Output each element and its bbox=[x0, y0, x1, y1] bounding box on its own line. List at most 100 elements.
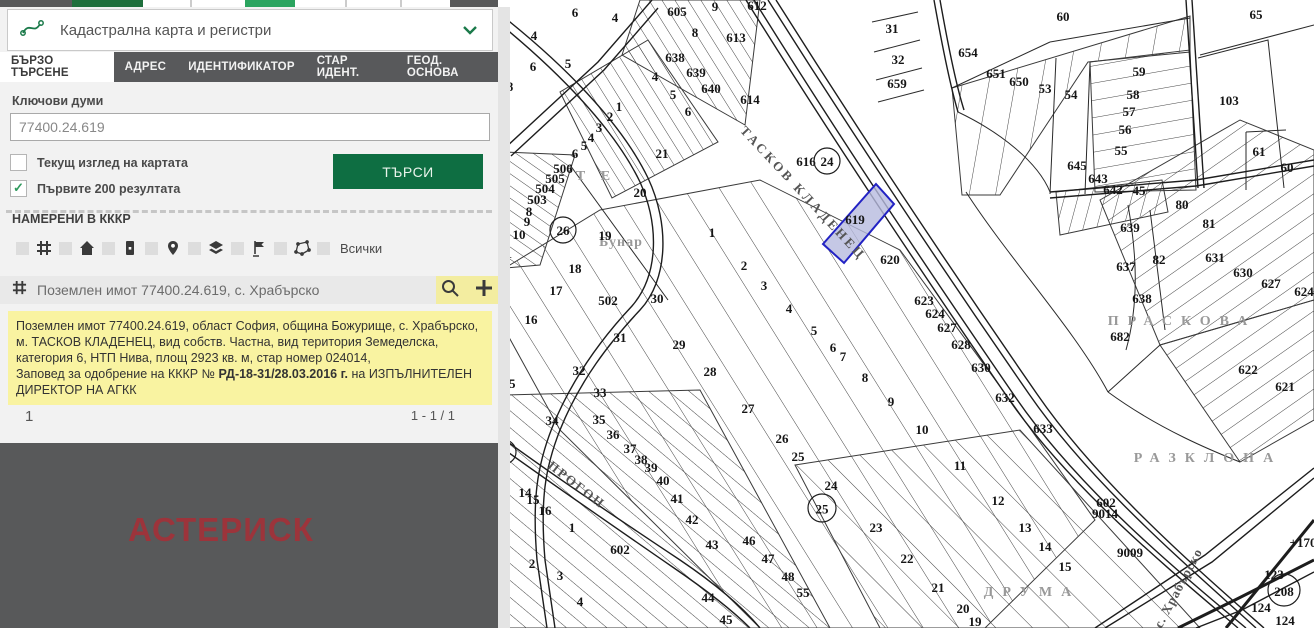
filter-building-checkbox[interactable] bbox=[102, 242, 115, 255]
map-label: 208 bbox=[1274, 584, 1294, 599]
map-label: 627 bbox=[1261, 276, 1281, 291]
map-label: 15 bbox=[510, 376, 516, 391]
map-label: 19 bbox=[969, 614, 983, 628]
map-label: 630 bbox=[1233, 265, 1253, 280]
filter-all-label: Всички bbox=[340, 241, 382, 256]
polygon-icon[interactable] bbox=[293, 239, 311, 257]
map-label: 633 bbox=[1033, 421, 1053, 436]
map-label: 4 bbox=[652, 69, 659, 84]
map-label: 8 bbox=[862, 370, 869, 385]
map-label: 30 bbox=[651, 291, 664, 306]
map-label: 682 bbox=[1110, 329, 1130, 344]
map-label: 659 bbox=[887, 76, 907, 91]
map-label: 45 bbox=[1133, 183, 1147, 198]
map-label: 124 bbox=[1251, 600, 1271, 615]
filter-pin-checkbox[interactable] bbox=[145, 242, 158, 255]
tab-geodesic-basis[interactable]: ГЕОД. ОСНОВА bbox=[396, 52, 498, 82]
map-canvas: ПРАСКОВАРАЗКЛОНАДРУМАБунарТ Е ТАСКОВ КЛА… bbox=[510, 0, 1314, 628]
flag-icon[interactable] bbox=[250, 239, 268, 257]
map-label: 82 bbox=[1153, 252, 1166, 267]
map-label: 11 bbox=[954, 458, 966, 473]
map-label: 628 bbox=[951, 337, 971, 352]
service-selector[interactable]: Кадастрална карта и регистри bbox=[7, 9, 493, 51]
map-label: 502 bbox=[598, 293, 618, 308]
map-label: 124 bbox=[1275, 613, 1295, 628]
map-label: 651 bbox=[986, 66, 1006, 81]
map-label: 21 bbox=[656, 146, 669, 161]
keywords-input[interactable] bbox=[10, 113, 490, 141]
map-label: 4 bbox=[531, 28, 538, 43]
map-label: 60 bbox=[1281, 160, 1294, 175]
first-200-checkbox[interactable]: ✓ bbox=[10, 180, 27, 197]
layers-icon[interactable] bbox=[207, 239, 225, 257]
map-label: 631 bbox=[1205, 250, 1225, 265]
map-label: 624 bbox=[1294, 284, 1314, 299]
map-label: ДРУМА bbox=[984, 585, 1080, 600]
map-label: 6 bbox=[530, 59, 537, 74]
map-label: 2 bbox=[741, 258, 748, 273]
search-button[interactable]: ТЪРСИ bbox=[333, 154, 483, 189]
tab-identifier[interactable]: ИДЕНТИФИКАТОР bbox=[177, 52, 306, 82]
map-label: 9014 bbox=[1092, 506, 1119, 521]
map-label: 4 bbox=[588, 130, 595, 145]
building-icon[interactable] bbox=[121, 239, 139, 257]
map-label: +170 bbox=[1290, 535, 1314, 550]
map-label: 620 bbox=[880, 252, 900, 267]
location-pin-icon[interactable] bbox=[164, 239, 182, 257]
tab-old-identifier[interactable]: СТАР ИДЕНТ. bbox=[306, 52, 396, 82]
map-label: 4 bbox=[786, 301, 793, 316]
map-label: 605 bbox=[667, 4, 687, 19]
map-label: 20 bbox=[634, 185, 647, 200]
grid-icon[interactable] bbox=[35, 239, 53, 257]
map-label: 61 bbox=[1253, 144, 1266, 159]
map-label: 33 bbox=[594, 385, 608, 400]
route-icon bbox=[20, 19, 44, 42]
map-label: 45 bbox=[720, 612, 734, 627]
map-label: 3 bbox=[761, 278, 768, 293]
map-label: 613 bbox=[726, 30, 746, 45]
pagination: 1 1 - 1 / 1 bbox=[0, 408, 490, 425]
map-label: 637 bbox=[1116, 259, 1136, 274]
map-label: 6 bbox=[572, 146, 579, 161]
map-label: 25 bbox=[816, 501, 830, 516]
tab-address[interactable]: АДРЕС bbox=[114, 52, 178, 82]
search-panel: Кадастрална карта и регистри БЪРЗО ТЪРСЕ… bbox=[0, 7, 498, 628]
map-label: 41 bbox=[671, 491, 684, 506]
result-row[interactable]: Поземлен имот 77400.24.619, с. Храбърско bbox=[0, 276, 498, 304]
map-label: 624 bbox=[925, 306, 945, 321]
home-icon[interactable] bbox=[78, 239, 96, 257]
map-label: 9009 bbox=[1117, 545, 1144, 560]
map-label: 2 bbox=[607, 109, 614, 124]
map-label: РАЗКЛОНА bbox=[1134, 451, 1282, 466]
filter-all-checkbox[interactable] bbox=[317, 242, 330, 255]
map-label: 26 bbox=[557, 223, 571, 238]
map-label: 34 bbox=[546, 413, 560, 428]
strip-divider bbox=[190, 0, 192, 7]
filter-polygon-checkbox[interactable] bbox=[274, 242, 287, 255]
map-label: 16 bbox=[539, 503, 553, 518]
filter-layers-checkbox[interactable] bbox=[188, 242, 201, 255]
map-label: 8 bbox=[510, 79, 514, 94]
map-label: 58 bbox=[1127, 87, 1141, 102]
cadastral-map[interactable]: ПРАСКОВАРАЗКЛОНАДРУМАБунарТ Е ТАСКОВ КЛА… bbox=[510, 0, 1314, 628]
map-label: 44 bbox=[702, 590, 716, 605]
map-label: 621 bbox=[1275, 379, 1295, 394]
map-label: 47 bbox=[762, 551, 776, 566]
map-label: 632 bbox=[995, 390, 1015, 405]
magnifier-icon[interactable] bbox=[440, 278, 460, 303]
map-label: 103 bbox=[1219, 93, 1239, 108]
current-view-checkbox[interactable] bbox=[10, 154, 27, 171]
details-line1: Поземлен имот 77400.24.619, област София… bbox=[16, 319, 478, 365]
filter-grid-checkbox[interactable] bbox=[16, 242, 29, 255]
strip-segment bbox=[450, 0, 498, 7]
map-label: 619 bbox=[845, 212, 865, 227]
tab-quick-search[interactable]: БЪРЗО ТЪРСЕНЕ bbox=[0, 52, 114, 82]
page-number[interactable]: 1 bbox=[25, 408, 33, 425]
add-plus-icon[interactable] bbox=[474, 278, 494, 303]
map-label: 46 bbox=[743, 533, 757, 548]
chevron-down-icon[interactable] bbox=[462, 23, 478, 41]
filter-home-checkbox[interactable] bbox=[59, 242, 72, 255]
map-label: 29 bbox=[673, 337, 687, 352]
filter-flag-checkbox[interactable] bbox=[231, 242, 244, 255]
results-title: НАМЕРЕНИ В КККР bbox=[12, 212, 498, 226]
